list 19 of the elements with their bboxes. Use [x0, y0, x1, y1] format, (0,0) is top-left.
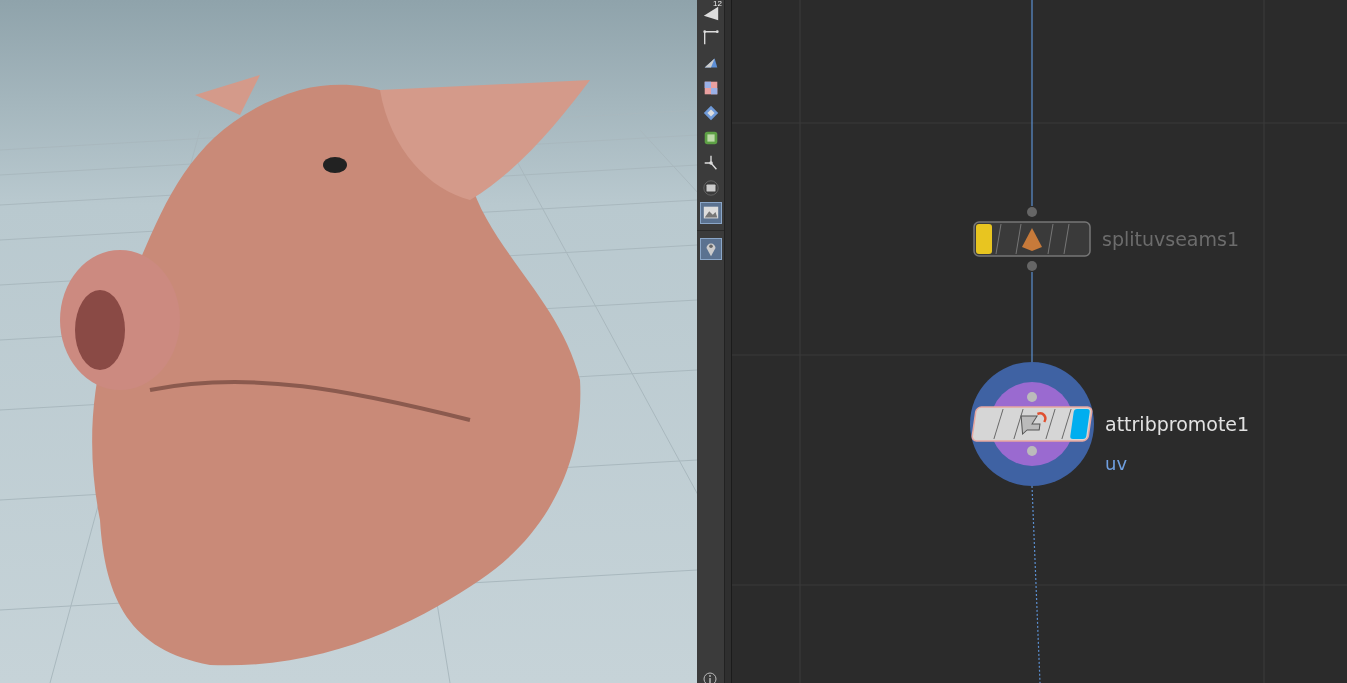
info-icon[interactable]: [703, 672, 717, 683]
node-tile[interactable]: [970, 406, 1094, 442]
node-tile[interactable]: [973, 221, 1091, 257]
corner-icon: [702, 29, 720, 47]
viewport-tool[interactable]: [700, 202, 722, 224]
frustum-icon: [702, 4, 720, 22]
output-connector[interactable]: [1027, 261, 1037, 271]
tripod-icon: [702, 154, 720, 172]
viewport-tool[interactable]: 12: [700, 2, 722, 24]
input-connector[interactable]: [1027, 207, 1037, 217]
framed-square-icon: [702, 129, 720, 147]
node-comment: uv: [1105, 453, 1128, 475]
checker-icon: [702, 79, 720, 97]
node-name: splituvseams1: [1102, 227, 1239, 251]
diamond-icon: [702, 104, 720, 122]
disc-icon: [702, 179, 720, 197]
node-name: attribpromote1: [1105, 412, 1250, 436]
viewport-tool[interactable]: [700, 177, 722, 199]
input-connector[interactable]: [1027, 392, 1037, 402]
